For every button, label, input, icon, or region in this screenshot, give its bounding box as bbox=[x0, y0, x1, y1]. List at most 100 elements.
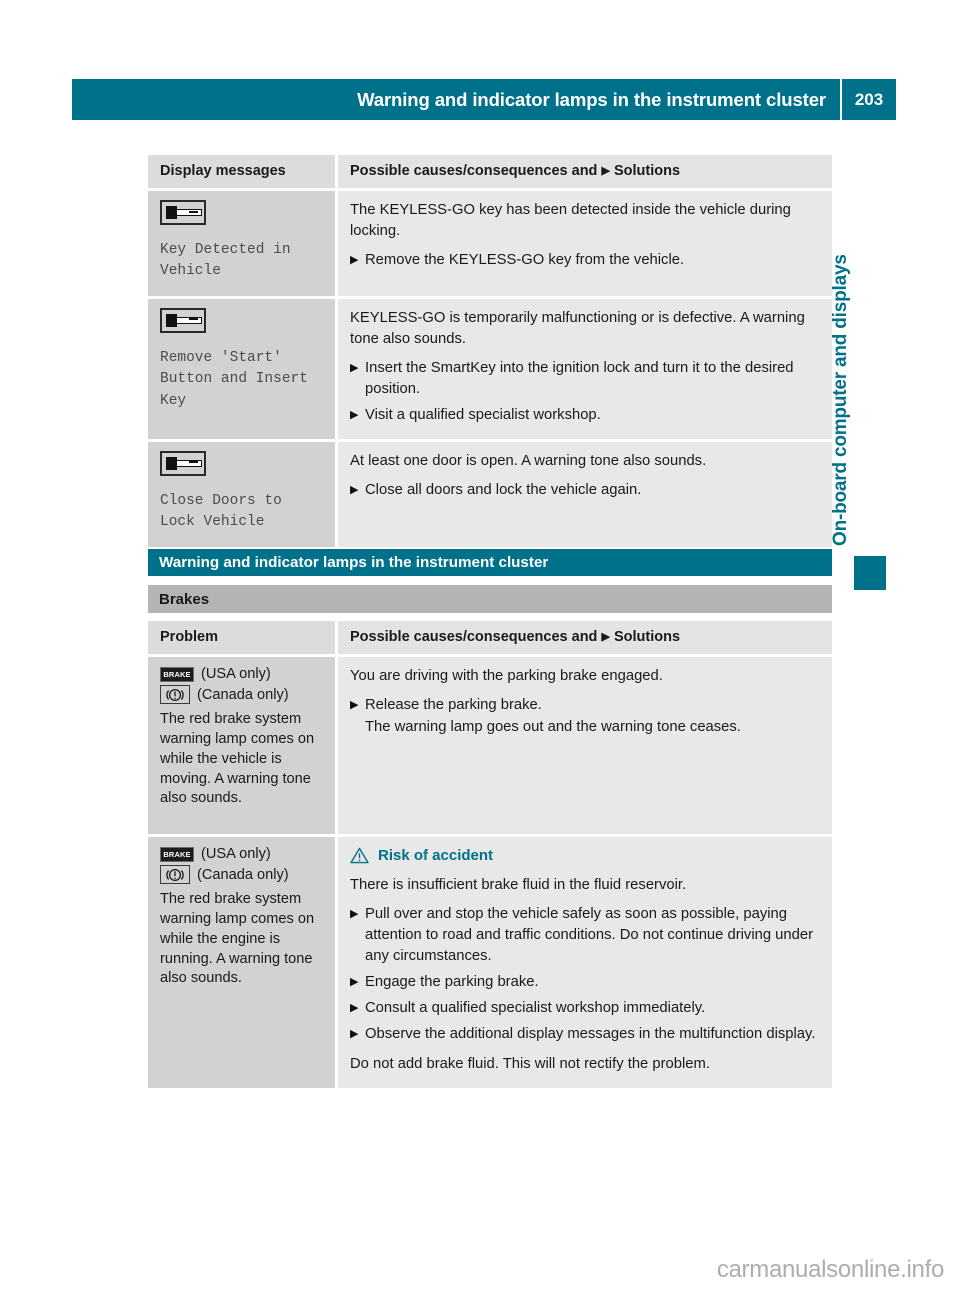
page-header-title-block: Warning and indicator lamps in the instr… bbox=[72, 79, 840, 120]
brake-usa-note: (USA only) bbox=[201, 666, 271, 682]
brake-lamp-canada-glyph bbox=[166, 868, 184, 881]
subsection-heading-label: Brakes bbox=[159, 590, 210, 608]
solution-text: Pull over and stop the vehicle safely as… bbox=[365, 906, 814, 964]
causes-solutions-cell: The KEYLESS-GO key has been detected ins… bbox=[338, 191, 832, 296]
table-header-cell-right: Possible causes/consequences and ▶ Solut… bbox=[338, 621, 832, 654]
problem-cell: BRAKE (USA only) (Canada only) The red b… bbox=[148, 837, 338, 1088]
solution-arrow-icon: ▶ bbox=[350, 254, 359, 266]
cause-text: At least one door is open. A warning ton… bbox=[350, 452, 707, 469]
display-message-text: Close Doors to Lock Vehicle bbox=[160, 492, 282, 531]
brakes-table: Problem Possible causes/consequences and… bbox=[148, 621, 832, 1088]
solution-arrow-icon: ▶ bbox=[350, 976, 359, 988]
solution-text: Release the parking brake. bbox=[365, 697, 542, 713]
solution-arrow-icon: ▶ bbox=[601, 165, 610, 177]
key-head-shape bbox=[166, 206, 177, 219]
page-number: 203 bbox=[854, 89, 884, 109]
problem-description: The red brake system warning lamp comes … bbox=[160, 711, 315, 807]
display-message-cell: Key Detected in Vehicle bbox=[148, 191, 338, 296]
solution-arrow-icon: ▶ bbox=[350, 408, 359, 421]
brake-lamp-usa-icon-label: BRAKE bbox=[163, 669, 191, 679]
brake-lamp-canada-glyph bbox=[166, 688, 184, 701]
warning-triangle-icon bbox=[350, 847, 369, 864]
solution-item: ▶ Release the parking brake. The warning… bbox=[350, 695, 818, 738]
table-row: BRAKE (USA only) (Canada only) The red b… bbox=[148, 657, 832, 837]
page-header: Warning and indicator lamps in the instr… bbox=[72, 79, 896, 120]
subsection-heading-bar: Brakes bbox=[148, 585, 832, 613]
column-header-causes-solutions: Possible causes/consequences and ▶ Solut… bbox=[350, 163, 818, 179]
solution-text: Visit a qualified specialist workshop. bbox=[365, 406, 601, 423]
keyless-go-key-icon bbox=[160, 450, 206, 476]
column-header-causes-text: Possible causes/consequences and bbox=[350, 629, 598, 645]
table-header-row: Problem Possible causes/consequences and… bbox=[148, 621, 832, 657]
chapter-side-tab-marker bbox=[854, 556, 886, 590]
keyless-go-key-icon bbox=[160, 200, 206, 225]
page-title: Warning and indicator lamps in the instr… bbox=[357, 88, 826, 110]
display-message-cell: Close Doors to Lock Vehicle bbox=[148, 441, 338, 547]
brake-canada-note: (Canada only) bbox=[197, 866, 289, 883]
column-header-causes-text: Possible causes/consequences and bbox=[350, 163, 598, 179]
key-head-shape bbox=[166, 313, 177, 327]
cause-text: There is insufficient brake fluid in the… bbox=[350, 877, 687, 893]
page-number-block: 203 bbox=[840, 79, 896, 120]
column-header-causes-solutions: Possible causes/consequences and ▶ Solut… bbox=[350, 629, 818, 645]
table-header-cell-right: Possible causes/consequences and ▶ Solut… bbox=[338, 155, 832, 188]
cause-text: You are driving with the parking brake e… bbox=[350, 668, 663, 684]
key-notch-shape bbox=[189, 318, 198, 321]
brake-canada-indicator-line: (Canada only) bbox=[160, 865, 323, 884]
solution-arrow-icon: ▶ bbox=[350, 699, 359, 711]
solution-text: Engage the parking brake. bbox=[365, 974, 539, 990]
brake-lamp-canada-icon bbox=[160, 865, 190, 884]
solution-arrow-icon: ▶ bbox=[350, 361, 359, 374]
brake-lamp-usa-icon: BRAKE bbox=[160, 666, 194, 682]
solution-text: Remove the KEYLESS-GO key from the vehic… bbox=[365, 252, 685, 268]
table-row: BRAKE (USA only) (Canada only) The red b… bbox=[148, 837, 832, 1088]
solution-arrow-icon: ▶ bbox=[350, 908, 359, 920]
column-header-display-messages: Display messages bbox=[160, 163, 286, 179]
chapter-side-tab-label: On-board computer and displays bbox=[830, 254, 851, 546]
column-header-solutions-text: Solutions bbox=[613, 163, 681, 179]
causes-solutions-cell: Risk of accident There is insufficient b… bbox=[338, 837, 832, 1088]
causes-solutions-cell: At least one door is open. A warning ton… bbox=[338, 441, 832, 547]
column-header-problem: Problem bbox=[160, 629, 219, 645]
solution-text: Observe the additional display messages … bbox=[365, 1026, 816, 1042]
footnote-text: Do not add brake fluid. This will not re… bbox=[350, 1056, 710, 1072]
solution-arrow-icon: ▶ bbox=[350, 1028, 359, 1040]
key-notch-shape bbox=[189, 461, 198, 464]
table-header-cell-left: Problem bbox=[148, 621, 338, 654]
section-heading-label: Warning and indicator lamps in the instr… bbox=[159, 554, 549, 571]
table-row: Remove 'Start' Button and Insert Key KEY… bbox=[148, 298, 832, 442]
key-notch-shape bbox=[189, 210, 198, 213]
table-row: Key Detected in Vehicle The KEYLESS-GO k… bbox=[148, 191, 832, 299]
problem-cell: BRAKE (USA only) (Canada only) The red b… bbox=[148, 657, 338, 834]
brake-lamp-usa-icon: BRAKE bbox=[160, 846, 194, 862]
solution-item: ▶ Consult a qualified specialist worksho… bbox=[350, 998, 818, 1019]
key-head-shape bbox=[166, 456, 177, 470]
solution-text-wrap: Release the parking brake. The warning l… bbox=[365, 695, 818, 738]
brake-canada-indicator-line: (Canada only) bbox=[160, 685, 323, 704]
solution-item: ▶ Remove the KEYLESS-GO key from the veh… bbox=[350, 250, 818, 271]
cause-text: KEYLESS-GO is temporarily malfunctioning… bbox=[350, 309, 805, 347]
table-header-cell-left: Display messages bbox=[148, 155, 338, 188]
solution-item: ▶ Pull over and stop the vehicle safely … bbox=[350, 904, 818, 967]
solution-item: ▶ Close all doors and lock the vehicle a… bbox=[350, 480, 818, 501]
chapter-side-tab: On-board computer and displays bbox=[830, 170, 886, 590]
display-message-cell: Remove 'Start' Button and Insert Key bbox=[148, 298, 338, 439]
solution-item: ▶ Engage the parking brake. bbox=[350, 972, 818, 993]
table-row: Close Doors to Lock Vehicle At least one… bbox=[148, 441, 832, 547]
keyless-go-key-icon bbox=[160, 307, 206, 333]
section-heading-bar: Warning and indicator lamps in the instr… bbox=[148, 549, 832, 576]
solution-arrow-icon: ▶ bbox=[601, 631, 610, 643]
solution-item: ▶ Visit a qualified specialist workshop. bbox=[350, 405, 818, 426]
table-header-row: Display messages Possible causes/consequ… bbox=[148, 155, 832, 191]
solution-item: ▶ Observe the additional display message… bbox=[350, 1024, 818, 1045]
causes-solutions-cell: You are driving with the parking brake e… bbox=[338, 657, 832, 834]
solution-text: Insert the SmartKey into the ignition lo… bbox=[365, 359, 794, 397]
cause-text: The KEYLESS-GO key has been detected ins… bbox=[350, 202, 791, 239]
causes-solutions-cell: KEYLESS-GO is temporarily malfunctioning… bbox=[338, 298, 832, 439]
brake-canada-note: (Canada only) bbox=[197, 686, 289, 703]
solution-subtext: The warning lamp goes out and the warnin… bbox=[365, 719, 741, 735]
brake-usa-indicator-line: BRAKE (USA only) bbox=[160, 846, 323, 862]
brake-lamp-canada-icon bbox=[160, 685, 190, 704]
solution-item: ▶ Insert the SmartKey into the ignition … bbox=[350, 358, 818, 400]
warning-callout-label: Risk of accident bbox=[378, 847, 494, 864]
